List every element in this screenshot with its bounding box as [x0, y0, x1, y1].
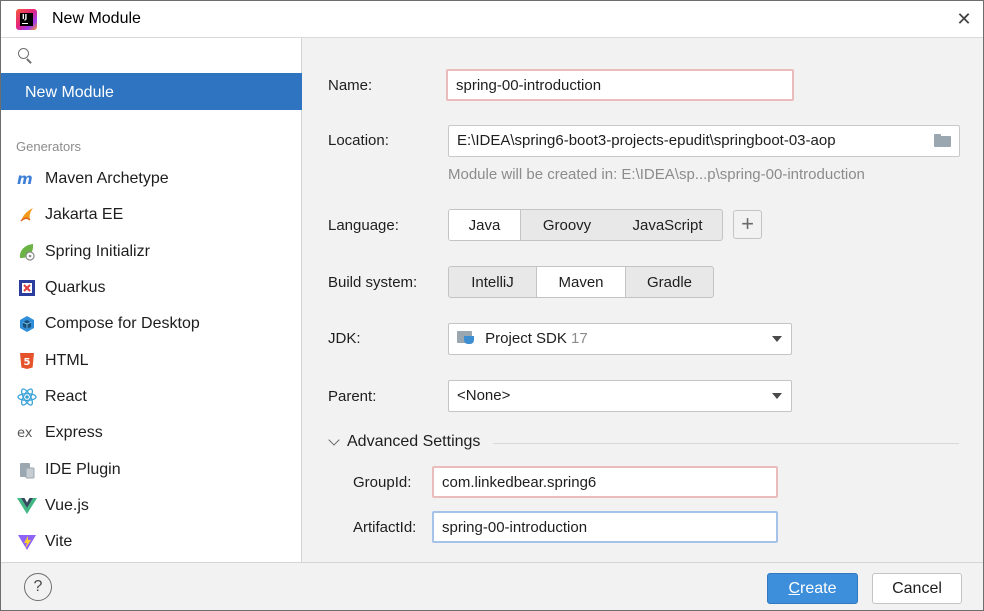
language-option-javascript[interactable]: JavaScript [613, 210, 722, 240]
chevron-down-icon [328, 434, 340, 446]
dialog-footer: ? Create Cancel [1, 562, 983, 610]
build-option-gradle[interactable]: Gradle [626, 267, 713, 297]
location-hint: Module will be created in: E:\IDEA\sp...… [448, 166, 865, 183]
sidebar-item-label: Vite [45, 533, 73, 551]
build-system-label: Build system: [328, 274, 418, 291]
svg-text:m: m [17, 171, 33, 187]
sidebar-item-quarkus[interactable]: Quarkus [1, 270, 301, 306]
divider [493, 443, 959, 444]
html5-icon: 5 [17, 351, 37, 371]
close-icon[interactable]: ✕ [953, 9, 975, 31]
sidebar-item-label: Vue.js [45, 496, 89, 514]
sidebar-item-vue[interactable]: Vue.js [1, 488, 301, 524]
svg-text:5: 5 [24, 357, 31, 368]
language-option-java[interactable]: Java [449, 210, 521, 240]
sidebar-item-html[interactable]: 5 HTML [1, 342, 301, 378]
build-system-segmented-control: IntelliJ Maven Gradle [448, 266, 714, 298]
sidebar-item-new-module[interactable]: New Module [1, 73, 302, 110]
chevron-down-icon [772, 336, 782, 342]
location-label: Location: [328, 132, 389, 149]
language-label: Language: [328, 217, 399, 234]
groupid-label: GroupId: [353, 474, 412, 491]
jdk-version: 17 [571, 330, 588, 347]
sidebar-search[interactable] [1, 38, 301, 71]
create-label: reate [800, 579, 837, 597]
sidebar-item-jakarta-ee[interactable]: Jakarta EE [1, 197, 301, 233]
section-label-generators: Generators [16, 139, 82, 154]
build-option-intellij[interactable]: IntelliJ [449, 267, 536, 297]
groupid-field[interactable]: com.linkedbear.spring6 [432, 466, 778, 498]
artifactid-label: ArtifactId: [353, 519, 417, 536]
maven-icon: m [17, 169, 37, 189]
build-option-maven[interactable]: Maven [536, 267, 626, 297]
language-option-groovy[interactable]: Groovy [521, 210, 613, 240]
sidebar-item-label: React [45, 387, 87, 405]
artifactid-field[interactable]: spring-00-introduction [432, 511, 778, 543]
sidebar-item-label: IDE Plugin [45, 460, 121, 478]
svg-text:ex: ex [17, 426, 33, 441]
add-language-button[interactable]: + [733, 210, 762, 239]
compose-icon [17, 314, 37, 334]
sidebar-item-label: Express [45, 424, 103, 442]
sidebar-item-react[interactable]: React [1, 379, 301, 415]
create-button[interactable]: Create [767, 573, 858, 604]
sidebar-item-label: Quarkus [45, 279, 106, 297]
folder-icon[interactable] [934, 134, 951, 147]
parent-value: <None> [457, 387, 511, 404]
parent-dropdown[interactable]: <None> [448, 380, 792, 412]
location-field[interactable]: E:\IDEA\spring6-boot3-projects-epudit\sp… [448, 125, 960, 157]
sidebar-item-ide-plugin[interactable]: IDE Plugin [1, 451, 301, 487]
sdk-folder-icon [457, 330, 475, 344]
vue-icon [17, 496, 37, 516]
dialog-title: New Module [52, 10, 141, 27]
jdk-label: JDK: [328, 330, 361, 347]
jdk-value: Project SDK [485, 330, 567, 347]
help-button[interactable]: ? [24, 573, 52, 601]
sidebar-item-label: Compose for Desktop [45, 315, 200, 333]
module-settings-form: Name: spring-00-introduction Location: E… [303, 38, 983, 562]
name-label: Name: [328, 77, 373, 94]
search-icon[interactable] [18, 48, 34, 64]
cancel-button[interactable]: Cancel [872, 573, 962, 604]
language-segmented-control: Java Groovy JavaScript [448, 209, 723, 241]
jdk-dropdown[interactable]: Project SDK 17 [448, 323, 792, 355]
intellij-logo-icon: IJ [16, 9, 37, 30]
ide-plugin-icon [17, 460, 37, 480]
advanced-settings-label: Advanced Settings [347, 433, 481, 450]
sidebar-item-label: Jakarta EE [45, 206, 124, 224]
express-icon: ex [17, 423, 37, 443]
spring-icon [17, 242, 37, 262]
advanced-settings-toggle[interactable]: Advanced Settings [328, 433, 960, 453]
sidebar-item-express[interactable]: ex Express [1, 415, 301, 451]
name-field[interactable]: spring-00-introduction [446, 69, 794, 101]
sidebar-item-label: HTML [45, 351, 89, 369]
sidebar-item-compose-for-desktop[interactable]: Compose for Desktop [1, 306, 301, 342]
location-value: E:\IDEA\spring6-boot3-projects-epudit\sp… [457, 132, 836, 149]
generators-sidebar: New Module Generators m Maven Archetype … [1, 38, 302, 562]
title-bar: IJ New Module ✕ [1, 1, 983, 38]
sidebar-item-spring-initializr[interactable]: Spring Initializr [1, 234, 301, 270]
sidebar-item-vite[interactable]: Vite [1, 524, 301, 560]
sidebar-item-label: Spring Initializr [45, 242, 150, 260]
quarkus-icon [17, 278, 37, 298]
new-module-dialog: IJ New Module ✕ New Module Generators m … [0, 0, 984, 611]
parent-label: Parent: [328, 388, 377, 405]
chevron-down-icon [772, 393, 782, 399]
create-mnemonic: C [788, 579, 801, 597]
react-icon [17, 387, 37, 407]
jakarta-icon [17, 205, 37, 225]
sidebar-item-label: Maven Archetype [45, 170, 169, 188]
sidebar-item-maven-archetype[interactable]: m Maven Archetype [1, 161, 301, 197]
vite-icon [17, 532, 37, 552]
generator-list: m Maven Archetype Jakarta EE Spring Init… [1, 161, 301, 560]
